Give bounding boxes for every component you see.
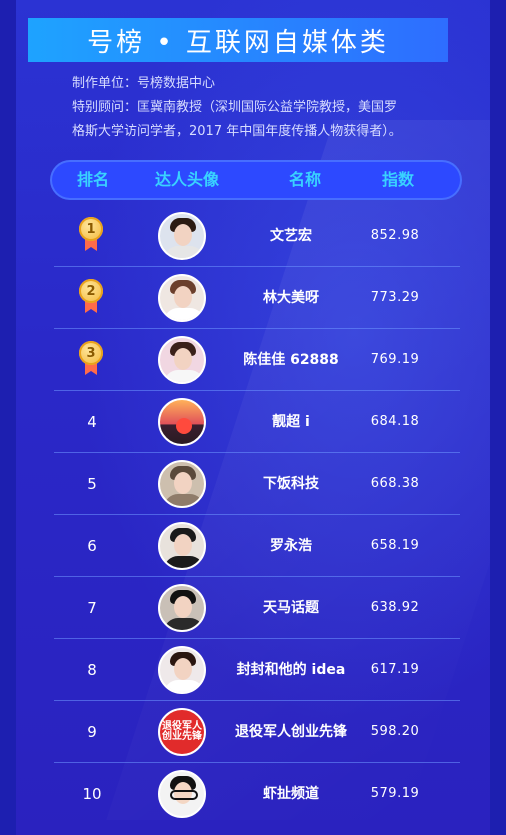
rank-number: 7 — [87, 599, 97, 617]
rank-number: 9 — [87, 723, 97, 741]
avatar — [158, 336, 206, 384]
avatar — [158, 460, 206, 508]
creator-name: 虾扯频道 — [263, 786, 319, 802]
avatar-shirt — [164, 556, 204, 568]
producer-text: 制作单位：号榜数据中心 — [72, 76, 216, 91]
avatar — [158, 212, 206, 260]
header-name: 名称 — [288, 170, 321, 189]
avatar-shirt — [164, 618, 204, 630]
avatar-shirt — [164, 494, 204, 506]
creator-name: 罗永浩 — [270, 538, 312, 554]
creator-score: 658.19 — [370, 538, 420, 553]
medal-rank: 2 — [79, 279, 103, 303]
creator-score: 617.19 — [370, 662, 420, 677]
rank-number: 4 — [87, 413, 97, 431]
rank-number: 10 — [82, 785, 102, 803]
advisor-text-line-1: 特别顾问：匡冀南教授（深圳国际公益学院教授，美国罗 — [72, 100, 398, 115]
table-row: 8 封封和他的 idea 617.19 — [46, 639, 466, 701]
gold-medal-icon: 2 — [79, 279, 103, 315]
avatar — [158, 522, 206, 570]
table-row: 10 虾扯频道 579.19 — [46, 763, 466, 825]
avatar — [158, 274, 206, 322]
avatar-logo-text: 退役军人创业先锋 — [162, 721, 202, 742]
avatar-shirt — [164, 370, 204, 382]
table-row: 9 退役军人创业先锋 退役军人创业先锋 598.20 — [46, 701, 466, 763]
avatar — [158, 770, 206, 818]
avatar-face — [174, 596, 192, 618]
creator-score: 598.20 — [370, 724, 420, 739]
creator-name: 封封和他的 idea — [236, 662, 346, 678]
creator-score: 668.38 — [370, 476, 420, 491]
avatar — [158, 646, 206, 694]
avatar-shirt — [164, 308, 204, 320]
header-score: 指数 — [381, 170, 414, 189]
avatar-face — [174, 286, 192, 308]
creator-name: 天马话题 — [263, 600, 319, 616]
medal-rank: 1 — [79, 217, 103, 241]
avatar-face — [174, 472, 192, 494]
creator-score: 773.29 — [370, 290, 420, 305]
creator-name: 陈佳佳 62888 — [243, 352, 339, 368]
table-row: 1 文艺宏 852.98 — [46, 205, 466, 267]
header-avatar: 达人头像 — [154, 170, 219, 189]
table-header: 排名 达人头像 名称 指数 — [50, 160, 462, 200]
creator-name: 林大美呀 — [263, 290, 319, 306]
page-title: 号榜 • 互联网自媒体类 — [87, 27, 389, 58]
creator-score: 579.19 — [370, 786, 420, 801]
frame-left — [0, 0, 16, 835]
avatar-face — [174, 224, 192, 246]
creator-score: 852.98 — [370, 228, 420, 243]
rank-number: 5 — [87, 475, 97, 493]
table-row: 6 罗永浩 658.19 — [46, 515, 466, 577]
frame-right — [490, 0, 506, 835]
table-row: 5 下饭科技 668.38 — [46, 453, 466, 515]
rank-number: 6 — [87, 537, 97, 555]
avatar — [158, 584, 206, 632]
header-rank: 排名 — [76, 170, 109, 189]
creator-name: 文艺宏 — [270, 228, 312, 244]
creator-name: 退役军人创业先锋 — [235, 724, 347, 740]
medal-rank: 3 — [79, 341, 103, 365]
glasses-icon — [170, 790, 198, 800]
creator-score: 684.18 — [370, 414, 420, 429]
creator-score: 638.92 — [370, 600, 420, 615]
sunset-sun — [176, 418, 192, 434]
table-row: 2 林大美呀 773.29 — [46, 267, 466, 329]
avatar-shirt — [164, 680, 204, 692]
title-bar: 号榜 • 互联网自媒体类 — [28, 18, 448, 62]
avatar-face — [174, 348, 192, 370]
creator-name: 下饭科技 — [263, 476, 319, 492]
avatar — [158, 398, 206, 446]
gold-medal-icon: 1 — [79, 217, 103, 253]
gold-medal-icon: 3 — [79, 341, 103, 377]
table-row: 3 陈佳佳 62888 769.19 — [46, 329, 466, 391]
table-row: 7 天马话题 638.92 — [46, 577, 466, 639]
avatar-face — [174, 658, 192, 680]
rank-number: 8 — [87, 661, 97, 679]
creator-name: 靓超 i — [272, 414, 310, 430]
meta-info: 制作单位：号榜数据中心 特别顾问：匡冀南教授（深圳国际公益学院教授，美国罗 格斯… — [72, 72, 472, 144]
avatar-face — [174, 534, 192, 556]
avatar-shirt — [164, 246, 204, 258]
advisor-text-line-2: 格斯大学访问学者，2017 年中国年度传播人物获得者）。 — [72, 124, 402, 139]
avatar: 退役军人创业先锋 — [158, 708, 206, 756]
table-row: 4 靓超 i 684.18 — [46, 391, 466, 453]
creator-score: 769.19 — [370, 352, 420, 367]
